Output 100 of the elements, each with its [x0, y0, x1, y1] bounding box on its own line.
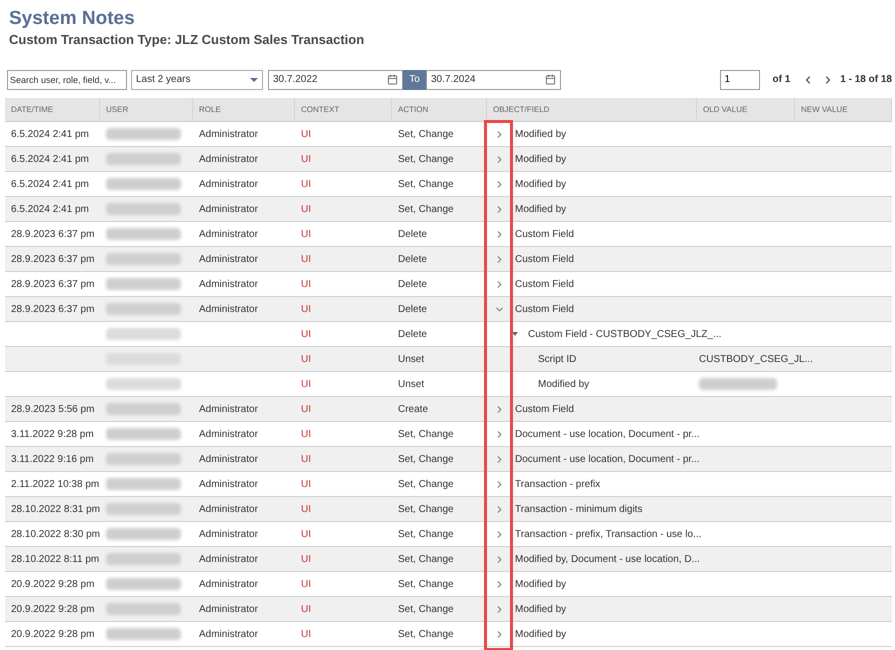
table-cell: Document - use location, Document - pr... — [515, 454, 700, 464]
record-range: 1 - 18 of 18 — [840, 74, 892, 85]
page-title: System Notes — [9, 8, 135, 30]
table-cell: Delete — [398, 254, 427, 264]
table-cell: Delete — [398, 278, 427, 290]
to-button[interactable]: To — [403, 70, 426, 90]
column-header: DATE/TIME — [5, 98, 100, 121]
page-count: of 1 — [772, 74, 790, 85]
table-cell: 3.11.2022 9:28 pm — [11, 428, 94, 440]
table-cell: UI — [301, 578, 311, 590]
caret-icon — [250, 78, 258, 82]
table-cell: 28.10.2022 8:30 pm — [11, 528, 100, 540]
table-cell: 6.5.2024 2:41 pm — [11, 128, 89, 140]
table-cell: Modified by — [515, 178, 566, 190]
table-cell: UI — [301, 328, 311, 340]
table-cell: UI — [301, 128, 311, 140]
table-cell: UI — [301, 154, 311, 164]
table-cell: UI — [301, 404, 311, 414]
calendar-icon[interactable] — [545, 74, 556, 85]
table-cell: 28.9.2023 6:37 pm — [11, 304, 94, 314]
table-cell: Administrator — [199, 428, 258, 440]
table-cell: Administrator — [199, 628, 258, 640]
table-cell: Modified by — [538, 378, 590, 390]
table-cell: 28.9.2023 6:37 pm — [11, 278, 94, 290]
table-cell: UI — [301, 278, 311, 290]
table-cell: Modified by — [515, 604, 566, 614]
table-cell: Custom Field — [515, 404, 574, 414]
table-cell: Delete — [398, 228, 427, 240]
table-cell: Set, Change — [398, 478, 454, 490]
table-cell: Transaction - prefix, Transaction - use lo... — [515, 528, 702, 540]
table-cell: 28.10.2022 8:31 pm — [11, 504, 100, 514]
table-cell: UI — [301, 378, 311, 390]
table-cell: 20.9.2022 9:28 pm — [11, 604, 94, 614]
table-cell: Set, Change — [398, 178, 454, 190]
table-cell: Set, Change — [398, 428, 454, 440]
table-cell: Administrator — [199, 578, 258, 590]
table-cell: UI — [301, 554, 311, 564]
table-cell: Administrator — [199, 204, 258, 214]
page-number-field[interactable]: 1 — [720, 70, 760, 90]
table-cell: Administrator — [199, 604, 258, 614]
date-range-dropdown[interactable]: Last 2 years — [131, 70, 263, 90]
table-cell: Set, Change — [398, 628, 454, 640]
table-cell: Set, Change — [398, 154, 454, 164]
table-cell: UI — [301, 604, 311, 614]
table-cell: Script ID — [538, 354, 576, 364]
table-cell: Modified by — [515, 578, 566, 590]
table-cell: 2.11.2022 10:38 pm — [11, 478, 100, 490]
table-cell: Modified by — [515, 154, 566, 164]
column-header: NEW VALUE — [795, 98, 892, 121]
table-cell: UI — [301, 628, 311, 640]
table-cell: UI — [301, 354, 311, 364]
table-cell: Set, Change — [398, 578, 454, 590]
column-header: OLD VALUE — [697, 98, 795, 121]
table-cell: Unset — [398, 354, 424, 364]
table-cell: Administrator — [199, 404, 258, 414]
calendar-icon[interactable] — [387, 74, 398, 85]
table-cell: Modified by, Document - use location, D... — [515, 554, 700, 564]
search-field[interactable]: Search user, role, field, v... — [7, 70, 127, 90]
table-cell: 6.5.2024 2:41 pm — [11, 204, 89, 214]
table-cell: Administrator — [199, 454, 258, 464]
table-cell: 20.9.2022 9:28 pm — [11, 628, 94, 640]
table-cell: Modified by — [515, 128, 566, 140]
table-cell: Delete — [398, 328, 427, 340]
caret-icon[interactable] — [512, 332, 518, 336]
table-cell: 28.10.2022 8:11 pm — [11, 554, 100, 564]
table-cell: Unset — [398, 378, 424, 390]
date-field[interactable]: 30.7.2024 — [426, 70, 561, 90]
column-header: USER — [100, 98, 193, 121]
column-header: ACTION — [392, 98, 487, 121]
table-cell: Modified by — [515, 204, 566, 214]
column-header: ROLE — [193, 98, 295, 121]
table-cell: Administrator — [199, 254, 258, 264]
table-cell: 3.11.2022 9:16 pm — [11, 454, 94, 464]
date-field[interactable]: 30.7.2022 — [268, 70, 403, 90]
table-cell: UI — [301, 304, 311, 314]
table-cell: 28.9.2023 5:56 pm — [11, 404, 94, 414]
table-cell: Custom Field — [515, 254, 574, 264]
table-cell: Administrator — [199, 528, 258, 540]
table-cell: Administrator — [199, 178, 258, 190]
table-cell: Administrator — [199, 128, 258, 140]
table-cell: Set, Change — [398, 604, 454, 614]
table-cell: Custom Field — [515, 278, 574, 290]
table-cell: Set, Change — [398, 504, 454, 514]
table-cell: Administrator — [199, 304, 258, 314]
table-cell: UI — [301, 454, 311, 464]
table-cell: Document - use location, Document - pr... — [515, 428, 700, 440]
table-cell: Set, Change — [398, 554, 454, 564]
table-cell: Transaction - prefix — [515, 478, 600, 490]
table-cell: UI — [301, 228, 311, 240]
table-cell: UI — [301, 204, 311, 214]
table-cell: Transaction - minimum digits — [515, 504, 642, 514]
table-cell: 28.9.2023 6:37 pm — [11, 254, 94, 264]
column-header: CONTEXT — [295, 98, 392, 121]
table-cell: Custom Field — [515, 228, 574, 240]
table-cell: Administrator — [199, 504, 258, 514]
table-cell: UI — [301, 504, 311, 514]
table-cell: Set, Change — [398, 528, 454, 540]
table-cell: UI — [301, 428, 311, 440]
table-cell: 28.9.2023 6:37 pm — [11, 228, 94, 240]
table-cell: Custom Field - CUSTBODY_CSEG_JLZ_... — [528, 328, 722, 340]
